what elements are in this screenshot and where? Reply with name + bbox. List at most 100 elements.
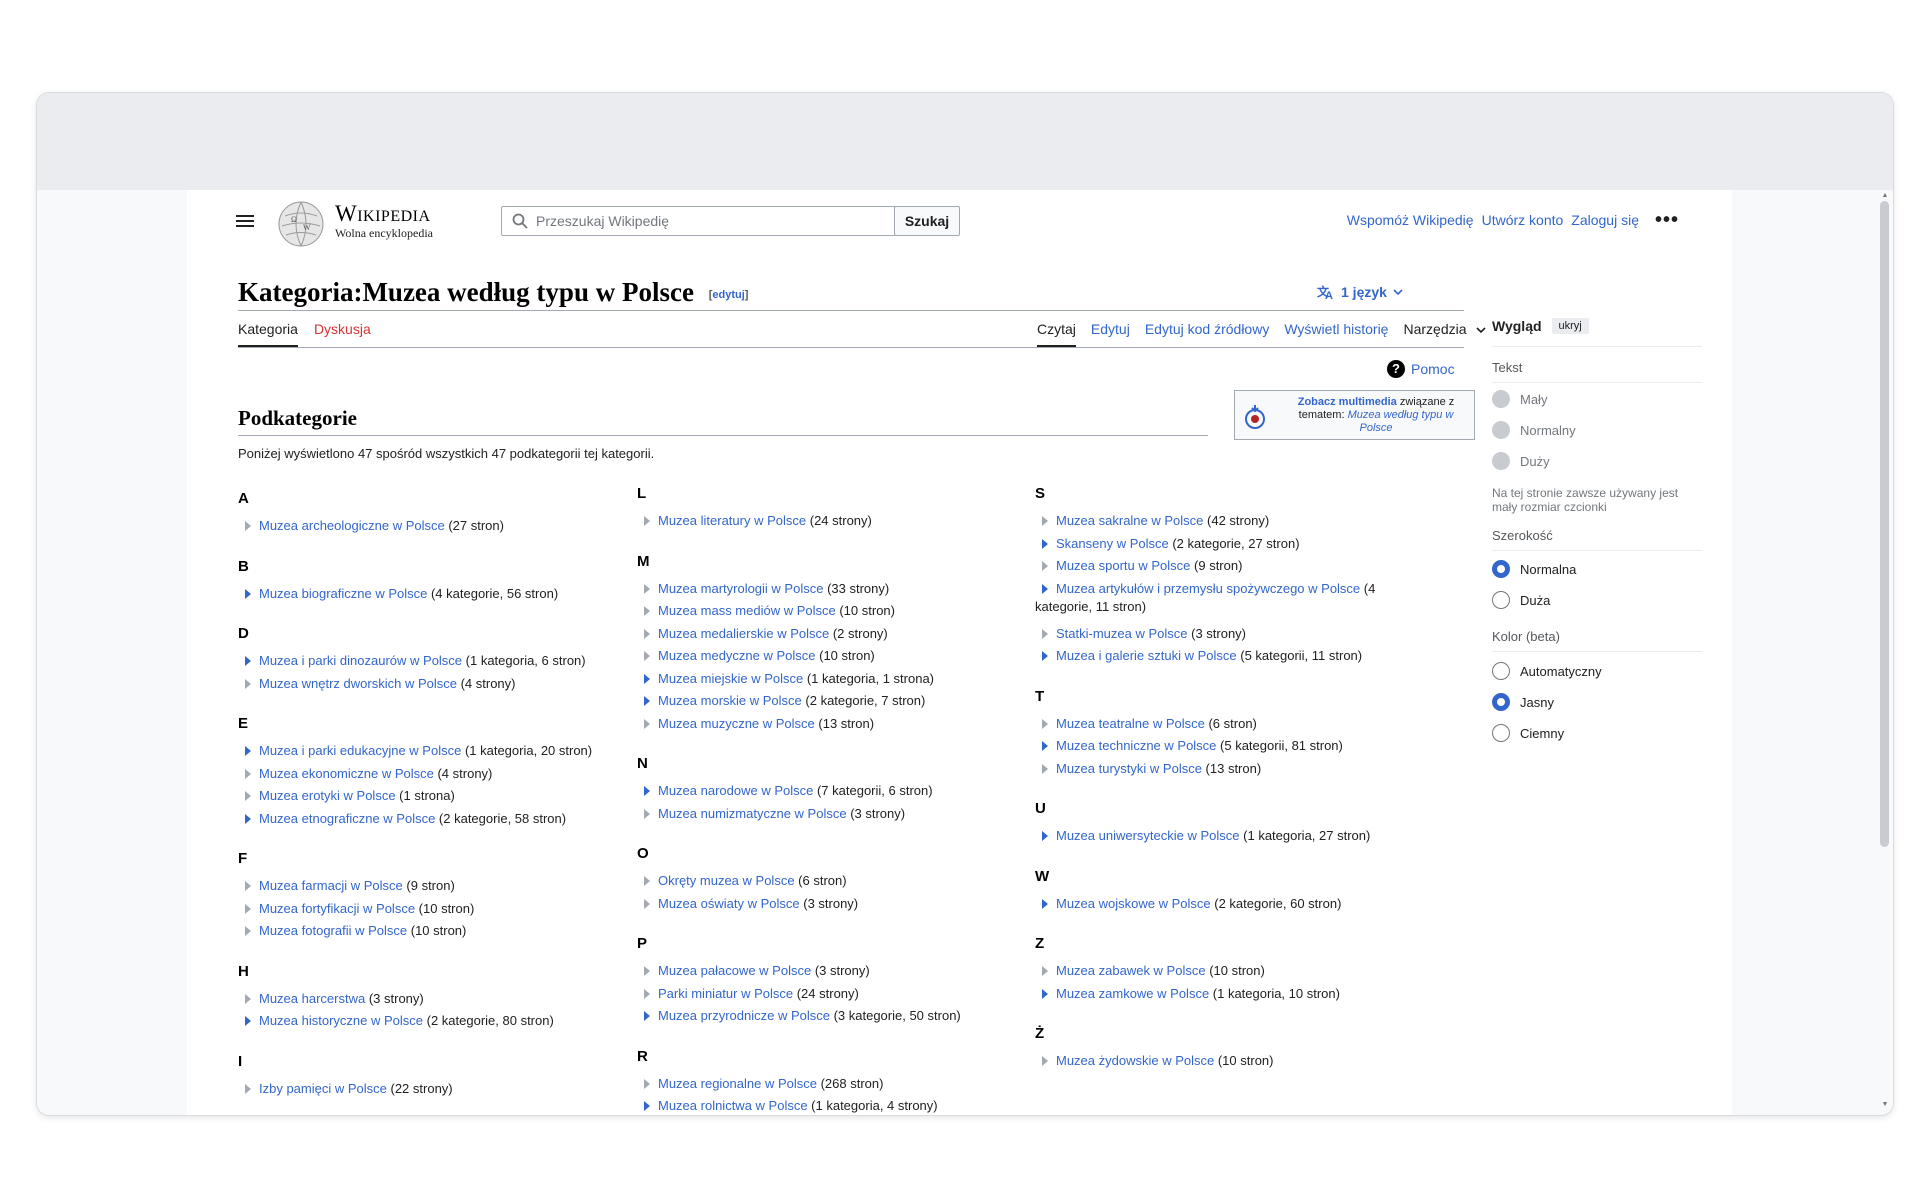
donate-link[interactable]: Wspomóż Wikipedię (1347, 212, 1474, 228)
category-link[interactable]: Muzea numizmatyczne w Polsce (658, 806, 847, 821)
color-dark[interactable]: Ciemny (1492, 724, 1564, 742)
expand-arrow-icon[interactable] (644, 696, 650, 706)
category-link[interactable]: Muzea zabawek w Polsce (1056, 963, 1206, 978)
category-link[interactable]: Izby pamięci w Polsce (259, 1081, 387, 1096)
category-link[interactable]: Muzea etnograficzne w Polsce (259, 811, 435, 826)
category-link[interactable]: Muzea medalierskie w Polsce (658, 626, 829, 641)
category-link[interactable]: Muzea literatury w Polsce (658, 513, 806, 528)
help-link[interactable]: ? Pomoc (1387, 360, 1455, 378)
tab-category[interactable]: Kategoria (238, 321, 298, 347)
commons-box[interactable]: Zobacz multimedia związane z tematem: Mu… (1234, 390, 1475, 440)
wikipedia-wordmark[interactable]: Wikipedia Wolna encyklopedia (335, 202, 433, 241)
category-link[interactable]: Muzea harcerstwa (259, 991, 365, 1006)
category-link[interactable]: Muzea przyrodnicze w Polsce (658, 1008, 830, 1023)
color-light[interactable]: Jasny (1492, 693, 1554, 711)
category-link[interactable]: Muzea wnętrz dworskich w Polsce (259, 676, 457, 691)
expand-arrow-icon[interactable] (644, 786, 650, 796)
create-account-link[interactable]: Utwórz konto (1482, 212, 1564, 228)
category-link[interactable]: Muzea muzyczne w Polsce (658, 716, 815, 731)
language-button[interactable]: 文 A 1 język (1317, 284, 1403, 300)
expand-arrow-icon[interactable] (1042, 741, 1048, 751)
empty-arrow-icon (245, 903, 251, 914)
category-link[interactable]: Statki-muzea w Polsce (1056, 626, 1188, 641)
category-link[interactable]: Muzea oświaty w Polsce (658, 896, 800, 911)
expand-arrow-icon[interactable] (245, 656, 251, 666)
expand-arrow-icon[interactable] (1042, 898, 1048, 909)
category-link[interactable]: Muzea artykułów i przemysłu spożywczego … (1056, 581, 1360, 596)
expand-arrow-icon[interactable] (644, 1011, 650, 1021)
scrollbar[interactable] (1879, 201, 1890, 1099)
search-input[interactable] (536, 207, 896, 235)
expand-arrow-icon[interactable] (245, 813, 251, 824)
letter-heading: P (637, 935, 648, 952)
more-options-icon[interactable]: ••• (1655, 210, 1679, 230)
expand-arrow-icon[interactable] (1042, 651, 1048, 661)
category-link[interactable]: Muzea morskie w Polsce (658, 693, 802, 708)
category-link[interactable]: Muzea zamkowe w Polsce (1056, 986, 1209, 1001)
category-link[interactable]: Muzea regionalne w Polsce (658, 1076, 817, 1091)
category-link[interactable]: Muzea narodowe w Polsce (658, 783, 813, 798)
category-link[interactable]: Muzea techniczne w Polsce (1056, 738, 1216, 753)
category-link[interactable]: Muzea sportu w Polsce (1056, 558, 1190, 573)
category-link[interactable]: Muzea i parki dinozaurów w Polsce (259, 653, 462, 668)
login-link[interactable]: Zaloguj się (1571, 212, 1639, 228)
category-link[interactable]: Muzea teatralne w Polsce (1056, 716, 1205, 731)
category-link[interactable]: Muzea miejskie w Polsce (658, 671, 803, 686)
expand-arrow-icon[interactable] (1042, 583, 1048, 594)
expand-arrow-icon[interactable] (245, 1016, 251, 1026)
expand-arrow-icon[interactable] (1042, 988, 1048, 999)
commons-bold-link[interactable]: Zobacz multimedia (1298, 396, 1397, 408)
expand-arrow-icon[interactable] (245, 588, 251, 599)
category-link[interactable]: Muzea fotografii w Polsce (259, 923, 407, 938)
tab-read[interactable]: Czytaj (1037, 321, 1076, 347)
expand-arrow-icon[interactable] (1042, 831, 1048, 841)
category-link[interactable]: Muzea i galerie sztuki w Polsce (1056, 648, 1237, 663)
text-size-normal[interactable]: Normalny (1492, 421, 1576, 439)
edit-title-link[interactable]: edytuj (712, 289, 744, 301)
category-link[interactable]: Okręty muzea w Polsce (658, 873, 795, 888)
category-link[interactable]: Muzea rolnictwa w Polsce (658, 1098, 808, 1113)
search-button[interactable]: Szukaj (894, 206, 960, 236)
scrollbar-thumb[interactable] (1880, 201, 1889, 847)
category-link[interactable]: Muzea historyczne w Polsce (259, 1013, 423, 1028)
category-link[interactable]: Muzea turystyki w Polsce (1056, 761, 1202, 776)
category-link[interactable]: Muzea mass mediów w Polsce (658, 603, 836, 618)
width-wide[interactable]: Duża (1492, 591, 1550, 609)
tab-edit-source[interactable]: Edytuj kod źródłowy (1145, 321, 1270, 347)
category-link[interactable]: Muzea medyczne w Polsce (658, 648, 816, 663)
main-menu-icon[interactable] (235, 212, 255, 232)
category-link[interactable]: Muzea sakralne w Polsce (1056, 513, 1203, 528)
category-link[interactable]: Muzea i parki edukacyjne w Polsce (259, 743, 461, 758)
category-link[interactable]: Muzea ekonomiczne w Polsce (259, 766, 434, 781)
color-automatic[interactable]: Automatyczny (1492, 662, 1602, 680)
width-normal[interactable]: Normalna (1492, 560, 1576, 578)
tab-discussion[interactable]: Dyskusja (314, 321, 371, 347)
category-link[interactable]: Muzea pałacowe w Polsce (658, 963, 811, 978)
text-size-small[interactable]: Mały (1492, 390, 1547, 408)
commons-topic-link[interactable]: Muzea według typu w Polsce (1348, 409, 1454, 434)
category-link[interactable]: Muzea wojskowe w Polsce (1056, 896, 1211, 911)
tab-tools[interactable]: Narzędzia (1403, 321, 1486, 347)
edit-section: [edytuj] (709, 289, 749, 301)
category-link[interactable]: Parki miniatur w Polsce (658, 986, 793, 1001)
category-link[interactable]: Muzea uniwersyteckie w Polsce (1056, 828, 1240, 843)
wikipedia-globe-icon[interactable]: Ω W (277, 200, 325, 248)
category-link[interactable]: Skanseny w Polsce (1056, 536, 1169, 551)
expand-arrow-icon[interactable] (245, 746, 251, 756)
category-link[interactable]: Muzea erotyki w Polsce (259, 788, 396, 803)
category-link[interactable]: Muzea martyrologii w Polsce (658, 581, 823, 596)
tab-edit[interactable]: Edytuj (1091, 321, 1130, 347)
hide-appearance-button[interactable]: ukryj (1551, 318, 1589, 334)
scroll-down-arrow[interactable]: ▼ (1881, 1101, 1889, 1109)
tab-history[interactable]: Wyświetl historię (1284, 321, 1388, 347)
category-link[interactable]: Muzea farmacji w Polsce (259, 878, 403, 893)
expand-arrow-icon[interactable] (1042, 538, 1048, 549)
category-link[interactable]: Muzea biograficzne w Polsce (259, 586, 427, 601)
expand-arrow-icon[interactable] (644, 673, 650, 684)
category-link[interactable]: Muzea fortyfikacji w Polsce (259, 901, 415, 916)
category-link[interactable]: Muzea archeologiczne w Polsce (259, 518, 445, 533)
category-link[interactable]: Muzea żydowskie w Polsce (1056, 1053, 1214, 1068)
expand-arrow-icon[interactable] (644, 1101, 650, 1111)
scroll-up-arrow[interactable]: ▲ (1881, 192, 1889, 200)
text-size-large[interactable]: Duży (1492, 452, 1550, 470)
